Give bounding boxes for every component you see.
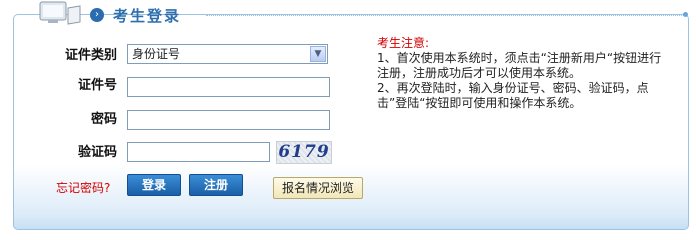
computer-icon — [39, 1, 81, 25]
id-type-label: 证件类别 — [64, 48, 117, 63]
browse-registration-button[interactable]: 报名情况浏览 — [273, 177, 363, 199]
id-number-label: 证件号 — [77, 78, 117, 93]
password-label: 密码 — [90, 112, 117, 127]
id-type-select[interactable]: 身份证号 ▼ — [127, 44, 328, 64]
register-button[interactable]: 注册 — [189, 174, 243, 196]
title-bullet-icon: › — [90, 8, 104, 22]
password-field[interactable] — [127, 110, 330, 130]
chevron-down-icon[interactable]: ▼ — [310, 46, 326, 62]
captcha-label: 验证码 — [77, 145, 117, 160]
notice-item: 2、再次登陆时，输入身份证号、密码、验证码，点击”登陆“按钮即可使用和操作本系统… — [377, 81, 649, 110]
page-title: 考生登录 — [113, 7, 182, 25]
captcha-image[interactable]: 6179 — [276, 141, 332, 164]
login-button[interactable]: 登录 — [127, 174, 181, 196]
id-type-value: 身份证号 — [132, 47, 181, 61]
header-divider — [206, 15, 686, 16]
id-number-field[interactable] — [127, 77, 330, 97]
forgot-password-link[interactable]: 忘记密码? — [56, 179, 110, 196]
notice-item: 1、首次使用本系统时，须点击“注册新用户“按钮进行注册，注册成功后才可以使用本系… — [377, 51, 662, 80]
captcha-field[interactable] — [127, 142, 270, 162]
notice-box: 考生注意: 1、首次使用本系统时，须点击“注册新用户“按钮进行注册，注册成功后才… — [377, 36, 667, 111]
header-divider-end-dot — [683, 12, 688, 17]
notice-title: 考生注意: — [377, 36, 430, 50]
